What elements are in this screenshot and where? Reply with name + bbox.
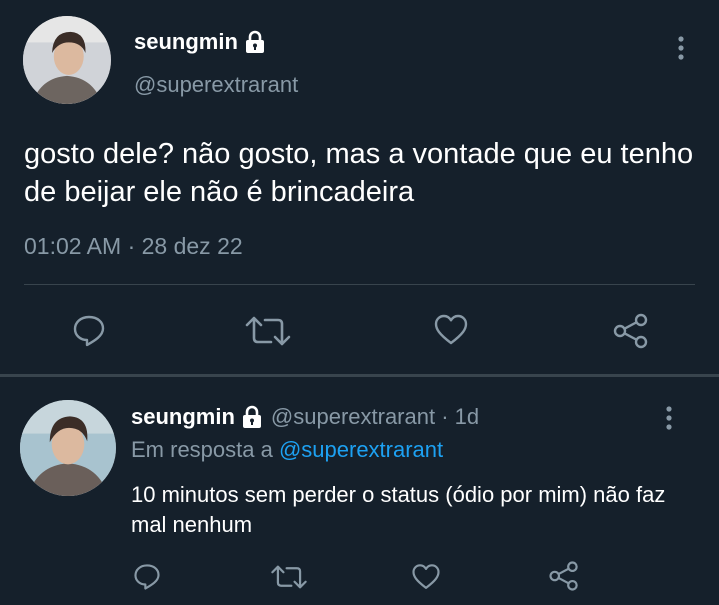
- retweet-icon[interactable]: [270, 563, 308, 591]
- more-options-icon[interactable]: [676, 35, 686, 61]
- retweet-icon[interactable]: [244, 314, 292, 348]
- lock-icon: [244, 30, 266, 54]
- reply-avatar[interactable]: [20, 400, 116, 496]
- reply-display-name[interactable]: seungmin: [131, 404, 235, 430]
- reply-icon[interactable]: [133, 563, 161, 591]
- lock-icon: [241, 405, 263, 429]
- share-icon[interactable]: [612, 312, 650, 350]
- share-icon[interactable]: [548, 560, 580, 592]
- replying-to-mention[interactable]: @superextrarant: [279, 437, 443, 462]
- reply-icon[interactable]: [72, 314, 106, 348]
- avatar-photo-icon: [20, 400, 116, 496]
- like-icon[interactable]: [411, 562, 441, 592]
- avatar-photo-icon: [23, 16, 111, 104]
- tweet-timestamp[interactable]: 01:02 AM · 28 dez 22: [24, 233, 243, 260]
- tweet-text: gosto dele? não gosto, mas a vontade que…: [24, 138, 694, 208]
- replying-to-label: Em resposta a: [131, 437, 279, 462]
- reply-author-row: seungmin @superextrarant · 1d: [131, 404, 479, 430]
- section-divider: [0, 374, 719, 377]
- reply-handle-time[interactable]: @superextrarant · 1d: [271, 404, 479, 430]
- reply-tweet-text: 10 minutos sem perder o status (ódio por…: [131, 482, 666, 537]
- replying-to: Em resposta a @superextrarant: [131, 437, 443, 463]
- avatar[interactable]: [23, 16, 111, 104]
- tweet-thread-view: seungmin @superextrarant gosto dele? não…: [0, 0, 719, 605]
- more-options-icon[interactable]: [664, 405, 674, 431]
- author-handle[interactable]: @superextrarant: [134, 72, 298, 98]
- author-row: seungmin: [134, 29, 266, 55]
- divider: [24, 284, 695, 285]
- like-icon[interactable]: [433, 312, 469, 348]
- display-name[interactable]: seungmin: [134, 29, 238, 55]
- main-tweet: seungmin @superextrarant gosto dele? não…: [0, 0, 719, 374]
